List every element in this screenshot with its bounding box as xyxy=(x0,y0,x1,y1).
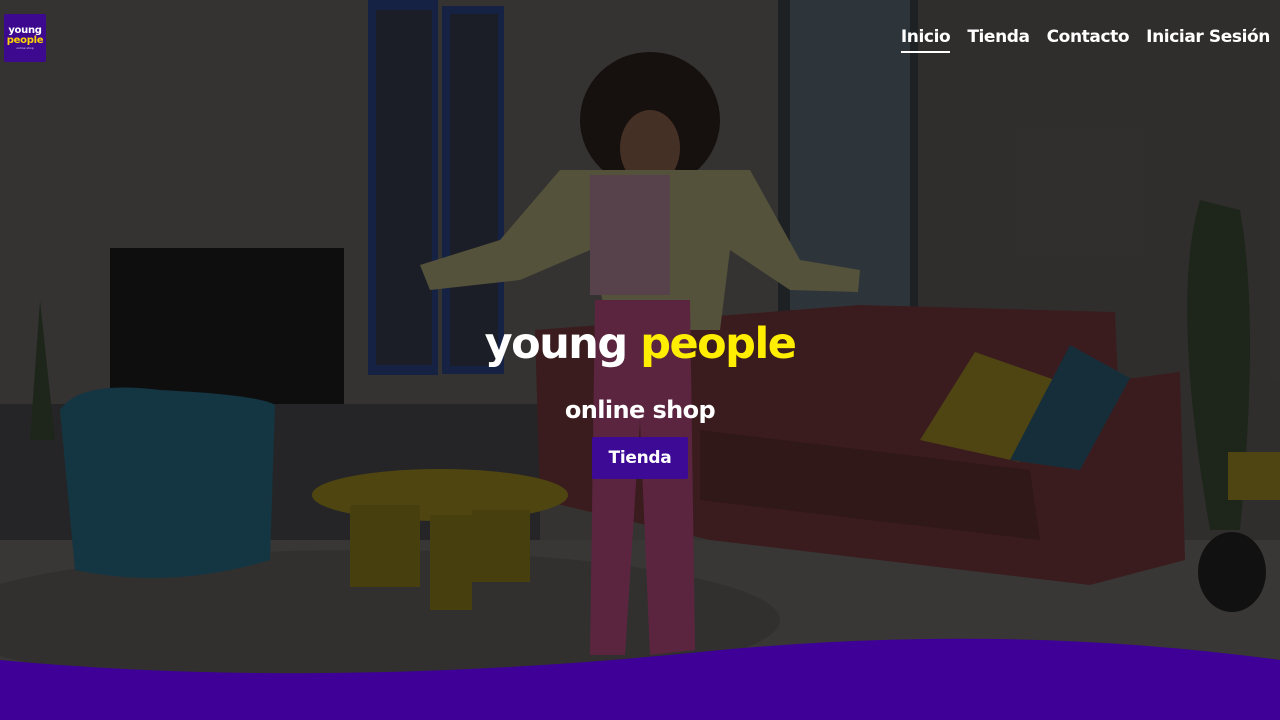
nav-link-tienda[interactable]: Tienda xyxy=(967,27,1030,53)
hero-title-people: people xyxy=(640,319,797,369)
nav-link-inicio[interactable]: Inicio xyxy=(900,27,951,53)
logo-text-young: young xyxy=(8,24,42,36)
hero-subtitle: online shop xyxy=(564,396,716,424)
hero-content: young people online shop Tienda xyxy=(0,314,1280,479)
nav-link-contacto[interactable]: Contacto xyxy=(1047,27,1130,53)
logo-tagline: online shop xyxy=(16,45,34,50)
hero-title: young people xyxy=(0,314,1280,374)
logo-text-people: people xyxy=(6,34,44,46)
bottom-wave-divider xyxy=(0,638,1280,720)
main-nav: Inicio Tienda Contacto Iniciar Sesión xyxy=(900,27,1270,53)
hero-section: young people online shop Inicio Tienda C… xyxy=(0,0,1280,720)
brand-logo[interactable]: young people online shop xyxy=(4,14,46,62)
nav-link-iniciar-sesion[interactable]: Iniciar Sesión xyxy=(1146,27,1270,53)
shop-button[interactable]: Tienda xyxy=(591,437,689,479)
hero-title-young: young xyxy=(484,319,629,369)
